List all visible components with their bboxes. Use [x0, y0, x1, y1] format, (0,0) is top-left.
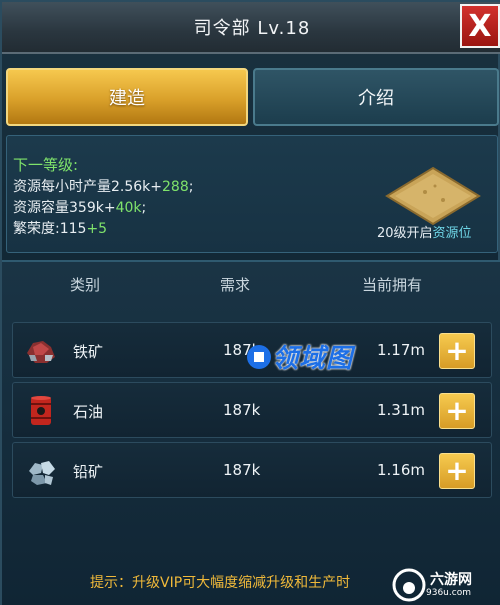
watermark-logo-icon — [247, 344, 271, 369]
prosperity-bonus: +5 — [86, 221, 108, 237]
add-iron-button[interactable]: + — [439, 333, 475, 369]
tab-intro[interactable]: 介绍 — [253, 68, 499, 126]
vip-tip: 提示：升级VIP可大幅度缩减升级和生产时 — [90, 575, 351, 591]
header-category: 类别 — [70, 276, 101, 294]
prosperity-line: 繁荣度:115+5 — [13, 218, 107, 238]
header-owned: 当前拥有 — [362, 276, 423, 294]
capacity-text: 资源容量359k+ — [13, 200, 116, 216]
add-lead-button[interactable]: + — [439, 453, 475, 489]
iron-ore-icon — [27, 341, 55, 363]
table-row: 石油 187k 1.31m + — [12, 382, 492, 438]
watermark-corner: 六游网 936u.com — [392, 562, 500, 605]
resource-name: 石油 — [73, 403, 104, 421]
requirements-table: 类别 需求 当前拥有 铁矿 187k 1.17m + 石油 187k 1.31m… — [2, 260, 500, 605]
add-oil-button[interactable]: + — [439, 393, 475, 429]
plus-icon: + — [445, 334, 469, 367]
capacity-line: 资源容量359k+40k; — [13, 197, 146, 217]
close-button[interactable]: X — [460, 4, 500, 48]
table-row: 铅矿 187k 1.16m + — [12, 442, 492, 498]
watermark-corner-text: 六游网 — [430, 571, 472, 588]
production-rate-line: 资源每小时产量2.56k+288; — [13, 176, 193, 196]
next-level-title: 下一等级: — [13, 156, 79, 174]
lead-ore-icon — [29, 461, 55, 485]
resource-plot-icon — [385, 166, 481, 226]
unlock-highlight: 资源位 — [432, 226, 472, 241]
dialog-window: 司令部 Lv.18 X 建造 介绍 下一等级: 资源每小时产量2.56k+288… — [0, 0, 500, 605]
production-rate-text: 资源每小时产量2.56k+ — [13, 179, 163, 195]
plus-icon: + — [445, 394, 469, 427]
next-level-panel: 下一等级: 资源每小时产量2.56k+288; 资源容量359k+40k; 繁荣… — [6, 135, 498, 253]
prosperity-text: 繁荣度:115 — [13, 221, 87, 237]
six-game-logo-icon — [392, 568, 426, 601]
resource-owned: 1.16m — [376, 461, 425, 479]
tab-build[interactable]: 建造 — [6, 68, 248, 126]
unlock-info: 20级开启资源位 — [377, 222, 472, 241]
production-rate-suffix: ; — [188, 179, 194, 195]
capacity-suffix: ; — [141, 200, 147, 216]
production-rate-bonus: 288 — [162, 179, 189, 195]
header-required: 需求 — [220, 276, 251, 294]
tab-intro-label: 介绍 — [358, 88, 394, 109]
dialog-title: 司令部 Lv.18 — [193, 18, 311, 39]
title-bar: 司令部 Lv.18 X — [2, 2, 500, 54]
watermark-corner-sub: 936u.com — [426, 587, 471, 598]
close-icon: X — [468, 8, 492, 44]
watermark-center: 领域图 — [246, 338, 353, 375]
oil-barrel-icon — [31, 396, 51, 425]
resource-name: 铅矿 — [73, 463, 104, 481]
capacity-bonus: 40k — [115, 200, 142, 216]
resource-required: 187k — [223, 461, 261, 479]
resource-owned: 1.31m — [376, 401, 425, 419]
tab-build-label: 建造 — [109, 88, 145, 109]
unlock-prefix: 20级开启 — [377, 226, 433, 241]
plus-icon: + — [445, 454, 469, 487]
resource-required: 187k — [223, 401, 261, 419]
watermark-center-text: 领域图 — [272, 344, 354, 374]
resource-name: 铁矿 — [73, 343, 104, 361]
